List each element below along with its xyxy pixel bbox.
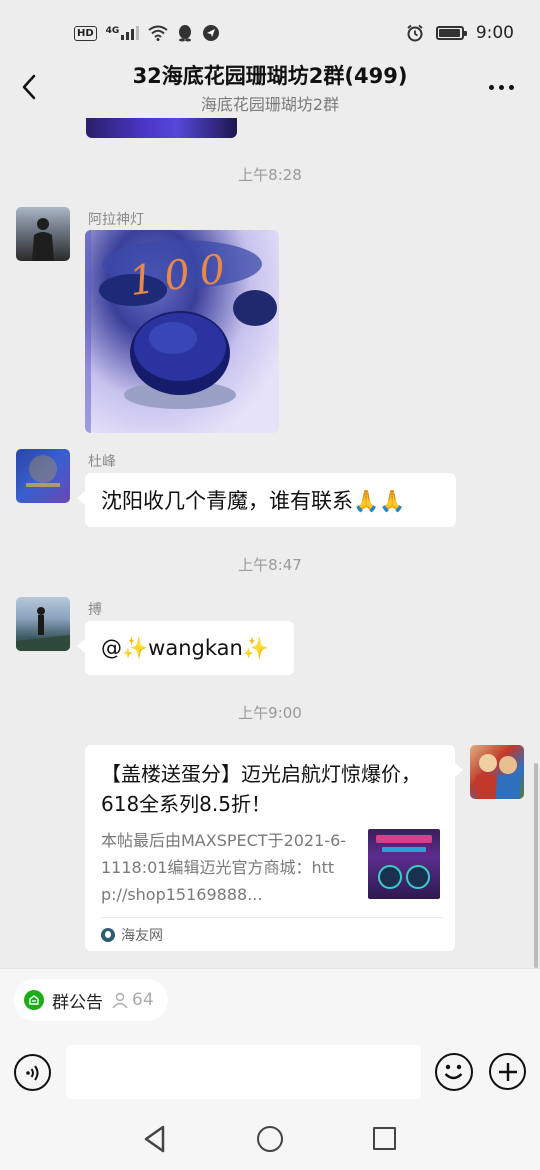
text-message-bubble[interactable]: 沈阳收几个青魔，谁有联系🙏🙏: [77, 473, 456, 527]
card-divider: [101, 917, 443, 918]
message-timestamp: 上午8:28: [238, 166, 302, 184]
plus-icon: [498, 1062, 517, 1081]
avatar-group-photo: [476, 754, 520, 799]
group-notice-label: 群公告: [52, 992, 103, 1013]
message-list[interactable]: 上午8:28 阿拉神灯 100 杜峰 沈阳收几个青魔，谁有联系🙏🙏 上午8:47…: [0, 118, 540, 968]
message-timestamp: 上午9:00: [238, 704, 302, 722]
link-card-thumbnail: [368, 829, 440, 899]
source-name: 海友网: [121, 928, 163, 944]
more-dot-icon: [508, 84, 514, 90]
sender-name: 杜峰: [88, 454, 116, 470]
person-icon: [112, 992, 128, 1009]
status-indicators: HD 4G: [74, 24, 220, 42]
sender-name: 阿拉神灯: [88, 212, 144, 228]
system-home-icon[interactable]: [257, 1126, 283, 1152]
thumbnail-graphic: [376, 835, 432, 889]
status-time: 9:00: [475, 23, 514, 43]
wifi-icon: [148, 25, 168, 41]
avatar[interactable]: [16, 597, 70, 651]
message-input[interactable]: [66, 1045, 421, 1099]
message-text: @✨wangkan✨: [101, 635, 269, 660]
link-card-title: 【盖楼送蛋分】迈光启航灯惊爆价，618全系列8.5折！: [101, 762, 421, 816]
qq-notification-icon: [179, 25, 192, 42]
more-dot-icon: [498, 84, 504, 90]
chat-title: 32海底花园珊瑚坊2群(499): [132, 64, 408, 88]
status-right: 9:00: [406, 23, 514, 43]
member-count: 64: [111, 990, 154, 1010]
group-notice-button[interactable]: 群公告 64: [14, 979, 168, 1021]
chat-subtitle: 海底花园珊瑚坊2群: [200, 95, 340, 114]
source-logo-icon: [101, 928, 115, 942]
link-card-source: 海友网: [101, 925, 163, 945]
system-recent-apps-icon[interactable]: [373, 1127, 396, 1150]
chat-header: 32海底花园珊瑚坊2群(499) 海底花园珊瑚坊2群: [0, 56, 540, 118]
avatar[interactable]: [16, 449, 70, 503]
avatar-person-icon: [16, 607, 70, 651]
notice-icon: [24, 990, 44, 1010]
link-card-message[interactable]: 【盖楼送蛋分】迈光启航灯惊爆价，618全系列8.5折！ 本帖最后由MAXSPEC…: [85, 745, 463, 951]
network-type: 4G: [105, 26, 120, 36]
battery-icon: [435, 26, 467, 40]
system-back-icon[interactable]: [143, 1125, 167, 1153]
avatar-graphic: [26, 455, 60, 487]
alarm-icon: [407, 24, 423, 42]
avatar[interactable]: [16, 207, 70, 261]
more-options-button[interactable]: [484, 74, 518, 100]
message-text: 沈阳收几个青魔，谁有联系🙏🙏: [101, 489, 406, 513]
image-message[interactable]: 100: [85, 230, 279, 433]
system-navigation-bar: [0, 1110, 540, 1170]
member-count-value: 64: [132, 990, 154, 1010]
hd-indicator: HD: [74, 25, 97, 41]
emoji-icon: [444, 1064, 463, 1080]
my-avatar[interactable]: [470, 745, 524, 799]
text-message-bubble[interactable]: @✨wangkan✨: [77, 621, 294, 675]
signal-icon: 4G: [106, 26, 140, 40]
previous-image-message[interactable]: [86, 118, 237, 138]
more-functions-button[interactable]: [489, 1053, 526, 1090]
chat-scrollbar[interactable]: [534, 763, 538, 968]
voice-input-button[interactable]: [14, 1054, 51, 1091]
input-row: [0, 1045, 540, 1101]
navigation-notification-icon: [203, 25, 220, 41]
sender-name: 搏: [88, 602, 102, 618]
emoji-button[interactable]: [435, 1053, 473, 1091]
avatar-person-icon: [32, 218, 54, 261]
link-card-description: 本帖最后由MAXSPECT于2021-6-1118:01编辑迈光官方商城：htt…: [101, 831, 347, 904]
message-timestamp: 上午8:47: [238, 556, 302, 574]
voice-icon: [25, 1064, 38, 1081]
more-dot-icon: [488, 84, 494, 90]
